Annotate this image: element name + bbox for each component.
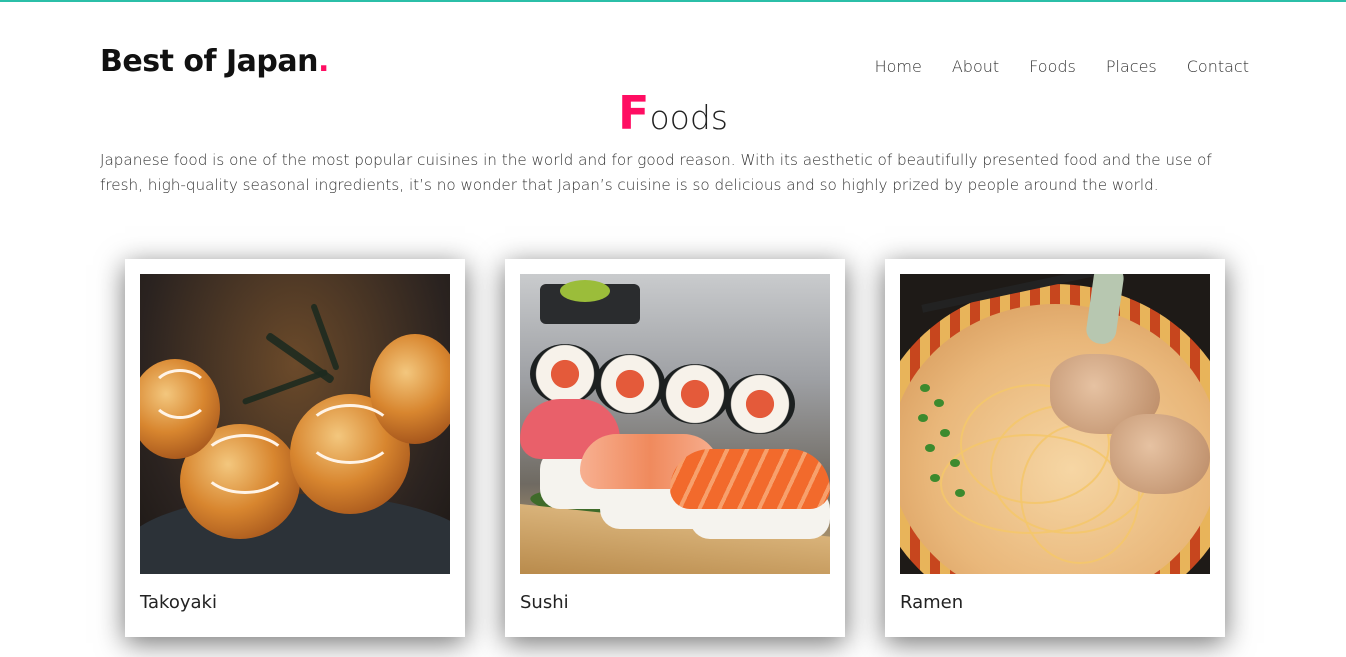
nori-strip [310,303,340,371]
green-onion [920,384,930,392]
sushi-photo [520,274,830,574]
green-onion [934,399,944,407]
green-onion [918,414,928,422]
food-card-ramen[interactable]: Ramen [885,259,1225,637]
brand-dot: . [317,44,329,79]
brand-logo[interactable]: Best of Japan. [100,44,329,79]
wasabi-shape [560,280,610,302]
nav-link-foods[interactable]: Foods [1029,57,1076,76]
green-onion [955,489,965,497]
nori-strip [241,368,329,406]
nav-link-places[interactable]: Places [1106,57,1157,76]
salmon-nigiri [670,449,830,509]
mayo-drizzle [150,369,210,419]
sushi-roll [595,354,665,414]
green-onion [930,474,940,482]
section-description: Japanese food is one of the most popular… [100,151,1212,194]
card-title: Sushi [520,592,569,613]
sushi-roll [725,374,795,434]
green-onion [940,429,950,437]
sushi-roll [530,344,600,404]
card-title: Takoyaki [140,592,217,613]
top-accent-line [0,0,1346,2]
main-nav: Home About Foods Places Contact [875,57,1249,76]
nav-link-about[interactable]: About [952,57,999,76]
green-onion [950,459,960,467]
card-title: Ramen [900,592,964,613]
nav-link-home[interactable]: Home [875,57,922,76]
takoyaki-photo [140,274,450,574]
food-card-sushi[interactable]: Sushi [505,259,845,637]
sushi-roll [660,364,730,424]
section-title-initial: F [618,86,650,140]
ramen-photo [900,274,1210,574]
green-onion [925,444,935,452]
mayo-drizzle [305,404,395,464]
food-cards: Takoyaki Sushi Ramen [125,259,1225,637]
section-title-rest: oods [649,98,728,137]
brand-name: Best of Japan [100,44,318,79]
mayo-drizzle [200,434,290,494]
nav-link-contact[interactable]: Contact [1187,57,1249,76]
food-card-takoyaki[interactable]: Takoyaki [125,259,465,637]
section-title: Foods [0,86,1346,140]
